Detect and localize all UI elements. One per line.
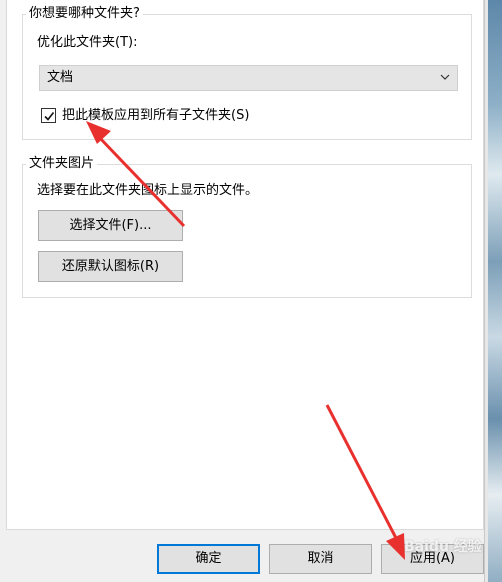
desktop-background-strip	[488, 0, 502, 582]
apply-subfolders-label: 把此模板应用到所有子文件夹(S)	[62, 108, 250, 123]
ok-button[interactable]: 确定	[157, 544, 260, 574]
customize-tab-page: 你想要哪种文件夹? 优化此文件夹(T): 文档 把此模板应用到所有子文件夹(S)…	[6, 0, 484, 530]
folder-template-dropdown[interactable]: 文档	[39, 65, 458, 91]
cancel-button[interactable]: 取消	[269, 544, 372, 574]
baidu-watermark: Baidu 经验	[404, 539, 482, 555]
folder-picture-group-title: 文件夹图片	[26, 155, 98, 173]
restore-default-icon-button[interactable]: 还原默认图标(R)	[38, 251, 183, 282]
folder-picture-description: 选择要在此文件夹图标上显示的文件。	[37, 183, 259, 198]
choose-file-button[interactable]: 选择文件(F)...	[38, 210, 183, 241]
chevron-down-icon	[439, 71, 451, 87]
folder-properties-dialog: 你想要哪种文件夹? 优化此文件夹(T): 文档 把此模板应用到所有子文件夹(S)…	[0, 0, 488, 582]
apply-subfolders-checkbox[interactable]	[41, 108, 56, 123]
checkmark-icon	[44, 112, 55, 121]
folder-type-group-title: 你想要哪种文件夹?	[26, 5, 143, 23]
optimize-folder-label: 优化此文件夹(T):	[37, 35, 138, 50]
folder-template-value: 文档	[47, 70, 74, 85]
